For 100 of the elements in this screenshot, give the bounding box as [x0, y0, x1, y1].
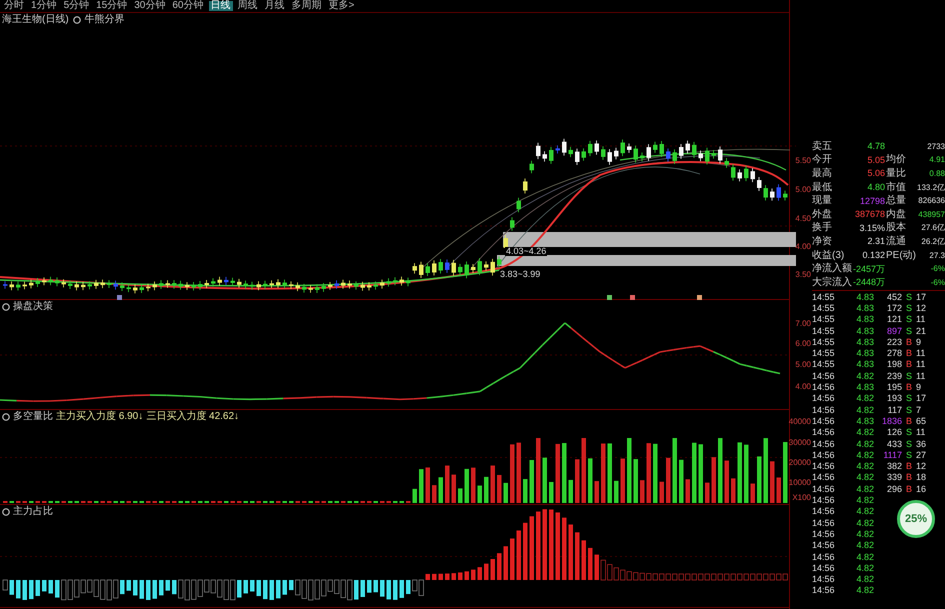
tick-time: 14:56: [812, 484, 836, 494]
period-tab[interactable]: 更多>: [326, 1, 356, 11]
tick-time: 14:56: [812, 394, 836, 404]
tick-time: 14:56: [812, 462, 836, 472]
axis-label: X100: [792, 494, 811, 502]
tick-count: 36: [916, 440, 928, 449]
quote-label: PE(动): [885, 250, 917, 261]
tick-price: 4.82: [855, 462, 874, 472]
indicator-label: 牛熊分界: [84, 14, 125, 24]
quote-label: 最低: [812, 182, 833, 193]
tick-price: 4.83: [855, 349, 874, 358]
axis-label: 6.00: [795, 340, 811, 348]
period-tab[interactable]: 5分钟: [62, 1, 92, 11]
tick-count: 9: [916, 338, 922, 347]
tick-side: S: [904, 372, 913, 381]
axis-label: 40000: [788, 418, 811, 426]
quote-label: 净资: [812, 236, 833, 247]
period-tab[interactable]: 周线: [236, 1, 260, 11]
tick-time: 14:56: [812, 473, 836, 482]
period-tab[interactable]: 60分钟: [170, 1, 206, 11]
tick-time: 14:55: [812, 360, 836, 370]
tick-count: 11: [916, 428, 926, 438]
tick-volume: 452: [886, 292, 902, 302]
tick-price: 4.83: [855, 416, 874, 426]
percent-badge: 25%: [897, 500, 935, 538]
period-tab[interactable]: 日线: [208, 1, 232, 11]
axis-label: 4.50: [795, 215, 811, 223]
tick-time: 14:55: [812, 292, 836, 302]
period-tab[interactable]: 1分钟: [29, 1, 59, 11]
zone-label: 3.83~3.99: [499, 270, 542, 279]
tick-time: 14:56: [812, 416, 836, 426]
quote-value: -2457万: [852, 264, 885, 274]
tick-price: 4.82: [855, 507, 874, 516]
tick-side: S: [904, 440, 913, 449]
tick-time: 14:56: [812, 507, 836, 516]
axis-label: 4.00: [795, 243, 811, 251]
tick-volume: 195: [886, 383, 902, 392]
tick-side: S: [904, 406, 913, 415]
tick-time: 14:56: [812, 372, 836, 381]
tick-price: 4.83: [855, 383, 874, 392]
quote-value: 2733: [926, 142, 945, 151]
quote-value: -2448万: [852, 278, 885, 288]
tick-count: 11: [916, 349, 926, 358]
quote-value: 438957: [917, 210, 945, 219]
tick-price: 4.83: [855, 338, 874, 347]
axis-label: 5.50: [795, 157, 811, 165]
tick-side: B: [904, 360, 913, 370]
tick-price: 4.82: [855, 406, 874, 415]
tick-time: 14:56: [812, 440, 836, 449]
quote-label: 现量: [812, 196, 833, 206]
tick-side: S: [904, 450, 913, 460]
circle-icon: [2, 508, 10, 516]
tick-time: 14:56: [812, 575, 836, 584]
tick-time: 14:56: [812, 518, 836, 528]
indicator-label: 三日买入力度 42.62↓: [146, 412, 240, 422]
quote-value: 4.91: [928, 156, 945, 164]
quote-label: 收益(3): [812, 250, 846, 261]
axis-label: 10000: [788, 479, 811, 487]
quote-label: 卖五: [812, 142, 833, 152]
tick-time: 14:55: [812, 315, 836, 324]
period-tab[interactable]: 月线: [262, 1, 286, 11]
tick-count: 12: [916, 462, 928, 472]
signal-marker-icon: [697, 295, 702, 300]
period-tab[interactable]: 30分钟: [132, 1, 168, 11]
tick-volume: 172: [886, 304, 902, 313]
quote-label: 股本: [885, 223, 907, 234]
signal-marker-icon: [630, 295, 635, 300]
quote-value: 0.88: [928, 170, 945, 178]
tick-count: 65: [916, 416, 928, 426]
tick-count: 11: [916, 315, 926, 324]
quote-value: 826636: [917, 197, 945, 206]
tick-volume: 126: [886, 428, 902, 438]
tick-volume: 278: [886, 349, 902, 358]
tick-price: 4.82: [855, 564, 874, 573]
tick-price: 4.82: [855, 496, 874, 506]
quote-value: 26.2亿: [920, 238, 945, 246]
axis-label: 30000: [788, 439, 811, 447]
tick-count: 21: [916, 326, 928, 336]
chart-title: 海王生物(日线): [2, 14, 69, 24]
tick-time: 14:56: [812, 406, 836, 415]
quote-label: 最高: [812, 168, 833, 179]
quote-value: -6%: [930, 265, 945, 274]
period-tab[interactable]: 多周期: [290, 1, 324, 11]
period-tab[interactable]: 15分钟: [94, 1, 130, 11]
quote-label: 净流入额: [812, 264, 852, 274]
quote-label: 换手: [812, 223, 833, 234]
tick-price: 4.82: [855, 428, 874, 438]
axis-label: 3.50: [795, 271, 811, 279]
period-tab[interactable]: 分时: [2, 1, 26, 11]
axis-label: 4.00: [795, 383, 811, 391]
tick-price: 4.83: [855, 315, 874, 324]
tick-volume: 339: [886, 473, 902, 482]
tick-count: 18: [916, 473, 928, 482]
tick-count: 17: [916, 292, 928, 302]
tick-side: B: [904, 338, 913, 347]
axis-label: 7.00: [795, 320, 811, 328]
tick-side: B: [904, 473, 913, 482]
tick-count: 12: [916, 304, 928, 313]
quote-label: 外盘: [812, 210, 833, 220]
zone-label: 4.03~4.26: [505, 247, 548, 256]
